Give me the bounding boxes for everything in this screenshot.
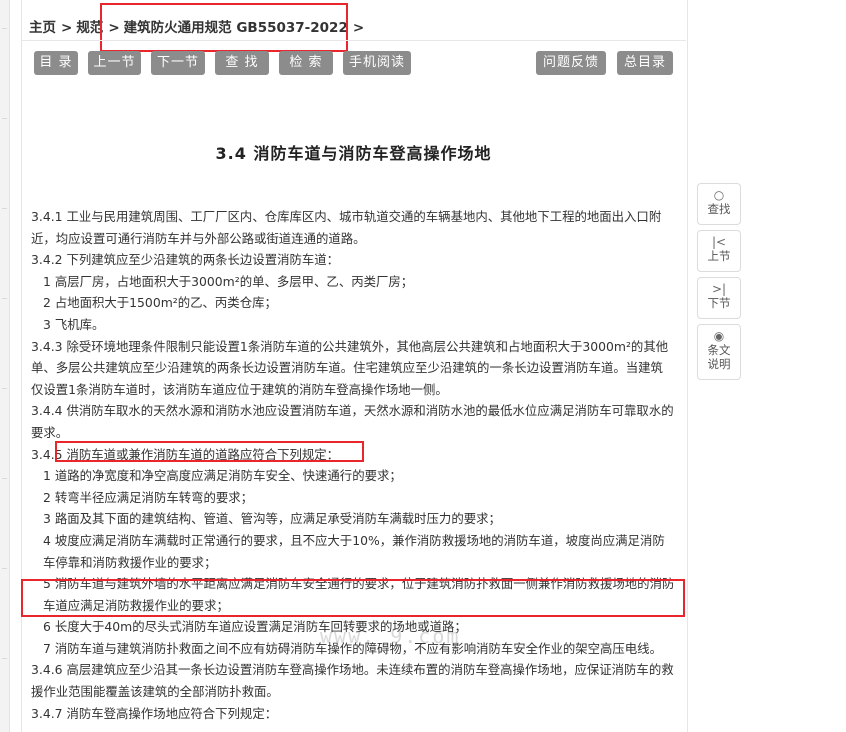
toc-button[interactable]: 目 录 [34, 51, 78, 75]
next-section-button[interactable]: 下一节 [151, 51, 205, 75]
strip-tick [2, 388, 7, 389]
clause-item: 2 占地面积大于1500m²的乙、丙类仓库； [43, 295, 277, 311]
strip-tick [2, 208, 7, 209]
breadcrumb-section-link[interactable]: 规范 [76, 20, 103, 36]
float-note-label: 条文说明 [707, 343, 731, 371]
skip-back-icon: |< [711, 235, 727, 249]
strip-tick [2, 478, 7, 479]
float-find-button[interactable]: ○ 查找 [697, 183, 741, 225]
clause-paragraph: 3.4.1 工业与民用建筑周围、工厂厂区内、仓库库区内、城市轨道交通的车辆基地内… [31, 209, 662, 246]
mobile-read-button[interactable]: 手机阅读 [343, 51, 411, 75]
float-prev-label: 上节 [707, 249, 731, 263]
strip-tick [2, 28, 7, 29]
feedback-button[interactable]: 问题反馈 [536, 51, 606, 75]
prev-section-button[interactable]: 上一节 [88, 51, 141, 75]
clause-item: 4 坡度应满足消防车满载时正常通行的要求，且不应大于10%，兼作消防救援场地的消… [43, 532, 665, 570]
clause-item: 2 转弯半径应满足消防车转弯的要求； [43, 489, 254, 505]
strip-tick [2, 298, 7, 299]
breadcrumb-separator: > [108, 20, 120, 36]
search-icon: ○ [713, 188, 725, 202]
clause-paragraph: 3.4.6 高层建筑应至少沿其一条长边设置消防车登高操作场地。未连续布置的消防车… [31, 662, 674, 700]
clause-item: 5 消防车道与建筑外墙的水平距离应满足消防车安全通行的要求，位于建筑消防扑救面一… [43, 576, 675, 613]
strip-tick [2, 658, 7, 659]
left-app-strip [0, 0, 10, 732]
clause-paragraph: 3.4.7 消防车登高操作场地应符合下列规定： [31, 705, 278, 721]
watermark: www. 9.com [320, 624, 461, 648]
float-next-button[interactable]: >| 下节 [697, 277, 741, 319]
breadcrumb-separator: > [352, 20, 365, 36]
clause-paragraph: 3.4.2 下列建筑应至少沿建筑的两条长边设置消防车道： [31, 252, 340, 268]
clause-item: 1 高层厂房，占地面积大于3000m²的单、多层甲、乙、丙类厂房； [43, 273, 414, 289]
float-prev-button[interactable]: |< 上节 [697, 230, 741, 272]
breadcrumb-document-link[interactable]: 建筑防火通用规范 GB55037-2022 [124, 20, 348, 36]
float-find-label: 查找 [707, 202, 731, 216]
float-note-button[interactable]: ◉ 条文说明 [697, 324, 741, 380]
clause-item: 3 飞机库。 [43, 316, 105, 332]
master-toc-button[interactable]: 总目录 [617, 51, 673, 75]
breadcrumb: 主页 > 规范 > 建筑防火通用规范 GB55037-2022 > [29, 16, 368, 36]
clause-paragraph: 3.4.5 消防车道或兼作消防车道的道路应符合下列规定： [31, 446, 340, 462]
breadcrumb-home-link[interactable]: 主页 [29, 20, 56, 36]
breadcrumb-divider [21, 40, 686, 41]
breadcrumb-separator: > [61, 20, 73, 36]
strip-tick [2, 568, 7, 569]
strip-tick [2, 118, 7, 119]
clause-paragraph: 3.4.4 供消防车取水的天然水源和消防水池应设置消防车道，天然水源和消防水池的… [31, 403, 674, 440]
find-button[interactable]: 查 找 [215, 51, 269, 75]
search-button[interactable]: 检 索 [279, 51, 333, 75]
toolbar: 目 录 上一节 下一节 查 找 检 索 手机阅读 问题反馈 总目录 [0, 51, 846, 75]
clause-paragraph: 3.4.3 除受环境地理条件限制只能设置1条消防车道的公共建筑外，其他高层公共建… [31, 338, 669, 397]
float-next-label: 下节 [707, 296, 731, 310]
clause-item: 1 道路的净宽度和净空高度应满足消防车安全、快速通行的要求； [43, 468, 402, 484]
section-title: 3.4 消防车道与消防车登高操作场地 [215, 144, 492, 163]
skip-forward-icon: >| [711, 282, 727, 296]
eye-icon: ◉ [713, 329, 725, 343]
clause-item: 3 路面及其下面的建筑结构、管道、管沟等，应满足承受消防车满载时压力的要求； [43, 511, 501, 527]
